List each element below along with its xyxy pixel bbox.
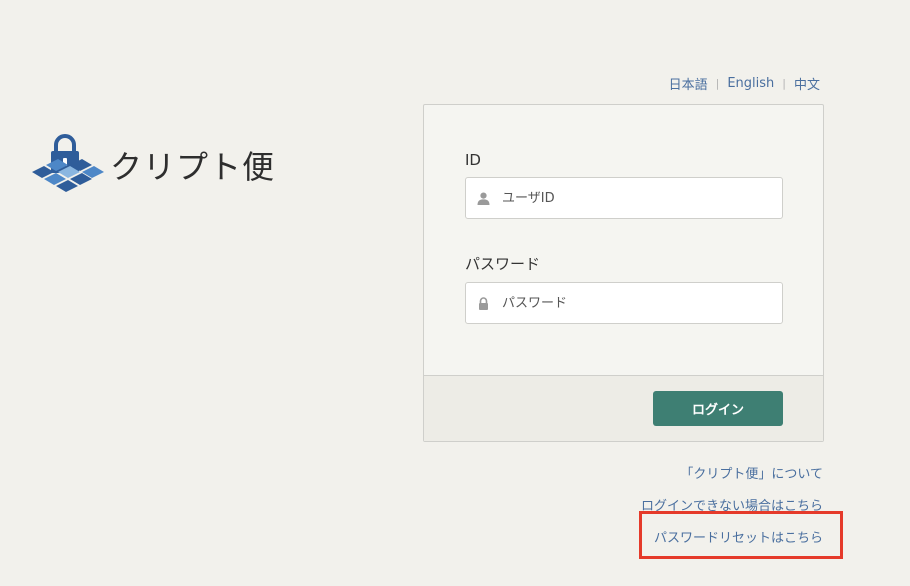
login-form: ID パスワード: [424, 105, 823, 375]
language-switcher: 日本語 | English | 中文: [669, 74, 820, 93]
password-field[interactable]: [465, 282, 783, 324]
password-reset-link[interactable]: パスワードリセットはこちら: [654, 527, 823, 546]
id-field[interactable]: [465, 177, 783, 219]
lock-icon: [479, 297, 488, 310]
login-panel-footer: ログイン: [424, 375, 823, 441]
login-panel: ID パスワード ログイン: [423, 104, 824, 442]
language-japanese-link[interactable]: 日本語: [669, 74, 708, 93]
password-input[interactable]: [500, 283, 776, 323]
login-button[interactable]: ログイン: [653, 391, 783, 426]
cannot-login-link[interactable]: ログインできない場合はこちら: [641, 495, 823, 514]
language-separator: |: [782, 77, 786, 90]
logo: クリプト便: [30, 132, 275, 198]
language-english-link[interactable]: English: [727, 76, 774, 91]
id-label: ID: [465, 151, 481, 169]
user-icon: [477, 192, 490, 205]
id-input[interactable]: [500, 178, 776, 218]
padlock-tile-icon: [32, 134, 104, 192]
about-link[interactable]: 「クリプト便」について: [680, 463, 823, 482]
password-label: パスワード: [465, 255, 541, 273]
language-separator: |: [715, 77, 720, 90]
logo-text: クリプト便: [110, 148, 276, 186]
language-chinese-link[interactable]: 中文: [794, 74, 820, 93]
